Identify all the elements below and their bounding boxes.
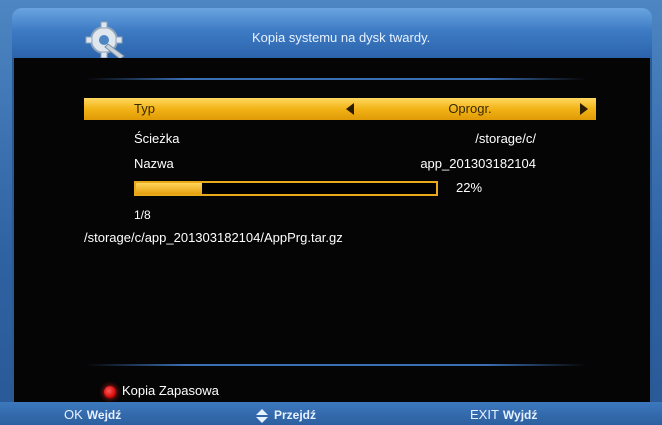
content-panel: Typ Oprogr. Ścieżka /storage/c/ Nazwa ap… xyxy=(12,58,652,402)
menu-row-value: /storage/c/ xyxy=(475,131,536,146)
gear-wrench-icon xyxy=(85,21,125,60)
divider-top xyxy=(86,78,586,80)
exit-action-label: Wyjdź xyxy=(502,408,538,422)
ok-hint[interactable]: OK Wejdź xyxy=(64,407,121,422)
progress-percent: 22% xyxy=(456,180,483,195)
menu-row-name[interactable]: Nazwa app_201303182104 xyxy=(84,153,596,175)
menu-row-label: Typ xyxy=(134,101,155,116)
navigate-hint[interactable]: Przejdź xyxy=(256,407,316,423)
menu-row-label: Nazwa xyxy=(134,156,174,171)
dialog-screen: Kopia systemu na dysk twardy. Typ Oprogr… xyxy=(0,0,662,425)
menu-row-value: app_201303182104 xyxy=(420,156,536,171)
menu-row-value: Oprogr. xyxy=(448,101,492,116)
menu-row-label: Ścieżka xyxy=(134,131,180,146)
menu-row-type[interactable]: Typ Oprogr. xyxy=(84,98,596,120)
footer-bar: OK Wejdź Przejdź EXIT Wyjdź xyxy=(0,402,662,425)
red-button-icon xyxy=(104,386,116,398)
arrow-right-icon[interactable] xyxy=(580,103,588,115)
page-title: Kopia systemu na dysk twardy. xyxy=(252,30,431,45)
file-counter: 1/8 xyxy=(134,208,151,222)
current-file-path: /storage/c/app_201303182104/AppPrg.tar.g… xyxy=(84,230,343,245)
divider-bottom xyxy=(86,364,586,366)
dialog-header: Kopia systemu na dysk twardy. xyxy=(12,8,652,60)
menu-row-path[interactable]: Ścieżka /storage/c/ xyxy=(84,128,596,150)
exit-key-label: EXIT xyxy=(470,407,499,422)
ok-key-label: OK xyxy=(64,407,83,422)
backup-hint-label[interactable]: Kopia Zapasowa xyxy=(122,383,219,398)
navigate-action-label: Przejdź xyxy=(274,408,317,422)
ok-action-label: Wejdź xyxy=(86,408,122,422)
progress-fill xyxy=(136,183,202,194)
up-down-arrows-icon xyxy=(256,408,268,423)
progress-bar xyxy=(134,181,438,196)
exit-hint[interactable]: EXIT Wyjdź xyxy=(470,407,537,422)
